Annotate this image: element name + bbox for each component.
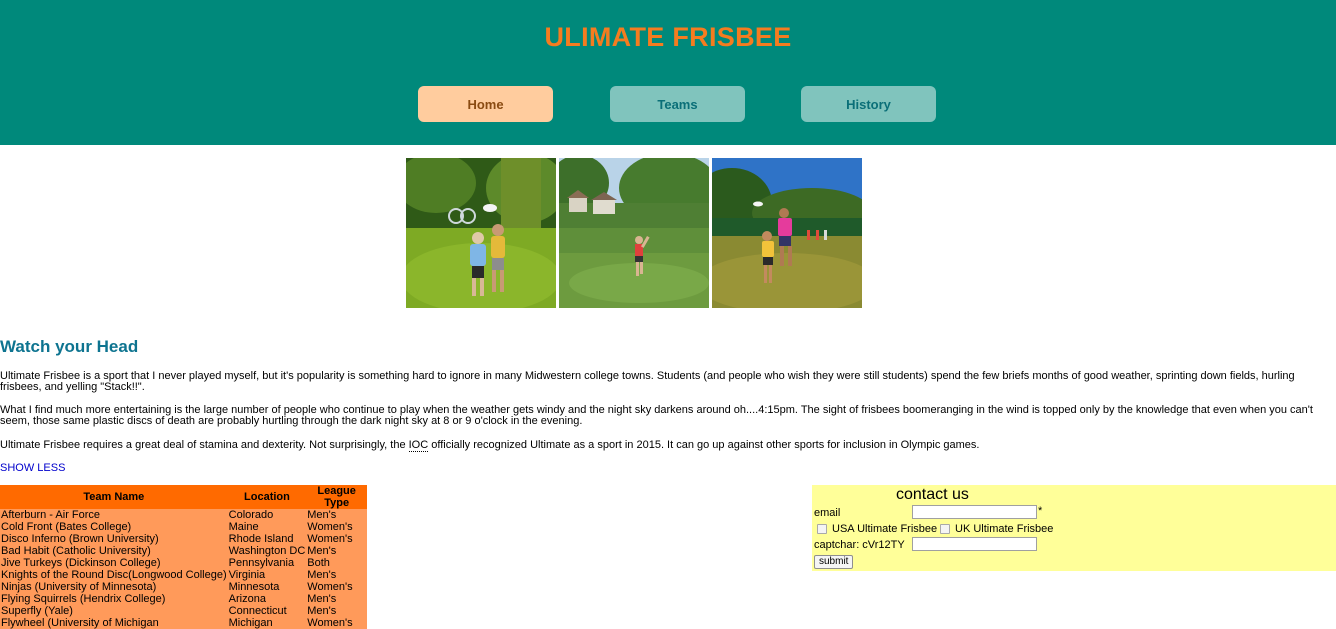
- article-paragraph-3-before: Ultimate Frisbee requires a great deal o…: [0, 439, 409, 451]
- nav-teams-button[interactable]: Teams: [610, 86, 745, 122]
- article-paragraph-2: What I find much more entertaining is th…: [0, 404, 1313, 427]
- email-field[interactable]: [912, 505, 1037, 519]
- location-cell: Rhode Island: [227, 533, 307, 545]
- team-name-cell: Disco Inferno (Brown University): [0, 533, 228, 545]
- location-cell: Michigan: [227, 617, 307, 629]
- table-row: Bad Habit (Catholic University) Washingto…: [0, 545, 367, 557]
- league-type-cell: Women's: [306, 617, 367, 629]
- team-name-cell: Flying Squirrels (Hendrix College): [0, 593, 228, 605]
- location-cell: Virginia: [227, 569, 307, 581]
- email-label: email: [814, 507, 841, 519]
- nav-home-label: Home: [467, 96, 504, 112]
- email-required-mark: *: [1038, 505, 1043, 517]
- table-row: Knights of the Round Disc(Longwood Colle…: [0, 569, 367, 581]
- location-cell: Minnesota: [227, 581, 307, 593]
- site-title: ULIMATE FRISBEE: [544, 22, 792, 52]
- league-type-cell: Men's: [306, 605, 367, 617]
- frisbee-photo-1: [406, 158, 556, 308]
- team-name-cell: Flywheel (University of Michigan: [0, 617, 228, 629]
- article-title: Watch your Head: [0, 337, 139, 356]
- nav-home-button[interactable]: Home: [418, 86, 553, 122]
- table-row: Jive Turkeys (Dickinson College) Pennsylv…: [0, 557, 367, 569]
- location-cell: Washington DC: [227, 545, 307, 557]
- uk-frisbee-checkbox[interactable]: [940, 524, 950, 534]
- league-type-cell: Both: [306, 557, 367, 569]
- article-paragraph-1: Ultimate Frisbee is a sport that I never…: [0, 370, 1295, 393]
- team-name-cell: Superfly (Yale): [0, 605, 228, 617]
- table-row: Superfly (Yale) Connecticut Men's: [0, 605, 367, 617]
- nav-teams-label: Teams: [657, 96, 698, 112]
- table-row: Afterburn - Air Force Colorado Men's: [0, 509, 367, 521]
- usa-frisbee-checkbox[interactable]: [817, 524, 827, 534]
- frisbee-photo-2: [559, 158, 709, 308]
- article-paragraph-3-after: officially recognized Ultimate as a spor…: [428, 439, 980, 451]
- ioc-abbreviation[interactable]: IOC: [408, 439, 429, 452]
- location-cell: Colorado: [227, 509, 307, 521]
- table-row: Ninjas (University of Minnesota) Minnesot…: [0, 581, 367, 593]
- captcha-label: captchar: cVr12TY: [814, 539, 905, 551]
- location-cell: Connecticut: [227, 605, 307, 617]
- column-header-team-name: Team Name: [0, 485, 228, 509]
- team-name-cell: Jive Turkeys (Dickinson College): [0, 557, 228, 569]
- site-header: ULIMATE FRISBEE Home Teams History: [0, 0, 1336, 145]
- team-name-cell: Ninjas (University of Minnesota): [0, 581, 228, 593]
- nav-history-button[interactable]: History: [801, 86, 936, 122]
- team-name-cell: Bad Habit (Catholic University): [0, 545, 228, 557]
- column-header-league-type: League Type: [306, 485, 367, 509]
- uk-frisbee-label: UK Ultimate Frisbee: [955, 523, 1054, 535]
- league-type-cell: Men's: [306, 569, 367, 581]
- article-paragraph-3: Ultimate Frisbee requires a great deal o…: [0, 439, 1336, 452]
- table-row: Cold Front (Bates College) Maine Women's: [0, 521, 367, 533]
- frisbee-photo-3: [712, 158, 862, 308]
- table-row: Flywheel (University of Michigan Michigan…: [0, 617, 367, 629]
- team-name-cell: Knights of the Round Disc(Longwood Colle…: [0, 569, 228, 581]
- league-type-cell: Men's: [306, 593, 367, 605]
- teams-table-header: Team Name Location League Type: [0, 485, 367, 509]
- team-name-cell: Cold Front (Bates College): [0, 521, 228, 533]
- league-type-cell: Women's: [306, 533, 367, 545]
- location-cell: Maine: [227, 521, 307, 533]
- location-cell: Pennsylvania: [227, 557, 307, 569]
- teams-table: Team Name Location League Type Afterburn…: [0, 485, 367, 629]
- league-type-cell: Men's: [306, 545, 367, 557]
- league-type-cell: Women's: [306, 521, 367, 533]
- contact-form: contact us email * USA Ultimate Frisbee …: [812, 485, 1336, 571]
- nav-history-label: History: [846, 96, 891, 112]
- submit-button[interactable]: submit: [814, 555, 854, 569]
- show-less-link[interactable]: SHOW LESS: [0, 462, 65, 474]
- league-type-cell: Men's: [306, 509, 367, 521]
- column-header-location: Location: [227, 485, 307, 509]
- table-row: Disco Inferno (Brown University) Rhode Is…: [0, 533, 367, 545]
- table-row: Flying Squirrels (Hendrix College) Arizon…: [0, 593, 367, 605]
- location-cell: Arizona: [227, 593, 307, 605]
- captcha-input[interactable]: [912, 537, 1037, 551]
- contact-title: contact us: [896, 486, 969, 503]
- usa-frisbee-label: USA Ultimate Frisbee: [832, 523, 938, 535]
- league-type-cell: Women's: [306, 581, 367, 593]
- team-name-cell: Afterburn - Air Force: [0, 509, 228, 521]
